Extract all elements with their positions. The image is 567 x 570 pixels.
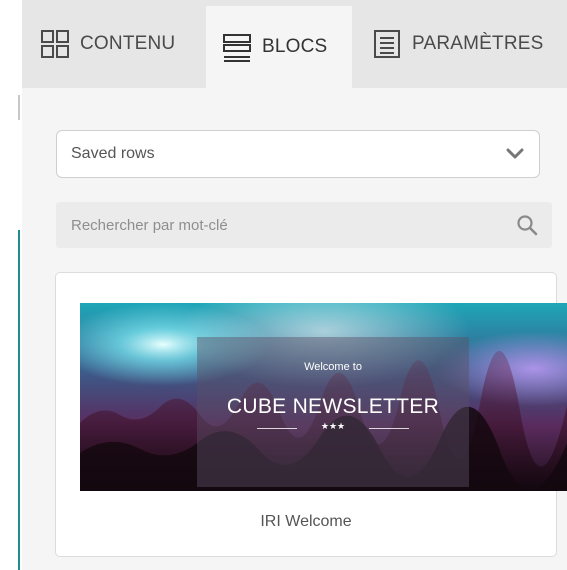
tab-contenu[interactable]: CONTENU <box>40 0 175 88</box>
search-bar <box>56 202 552 248</box>
saved-row-name: IRI Welcome <box>260 513 352 530</box>
banner-rule-left <box>257 428 297 429</box>
banner-stars: ★★★ <box>320 421 346 431</box>
saved-row-thumbnail[interactable]: Welcome to CUBE NEWSLETTER ★★★ <box>80 303 567 491</box>
saved-rows-select-value: Saved rows <box>71 145 155 162</box>
grid-icon <box>40 29 70 59</box>
banner-welcome-text: Welcome to <box>304 361 362 373</box>
banner-rule-right <box>369 428 409 429</box>
canvas-edge-accent <box>18 230 20 570</box>
tab-contenu-label: CONTENU <box>80 33 176 54</box>
saved-row-card[interactable]: Welcome to CUBE NEWSLETTER ★★★ IRI Welco… <box>55 272 567 557</box>
tab-blocs[interactable]: BLOCS <box>206 6 352 88</box>
tab-blocs-label: BLOCS <box>262 36 328 57</box>
edge-divider <box>18 95 20 120</box>
document-lines-icon <box>372 29 402 59</box>
search-input[interactable] <box>71 216 491 234</box>
tab-parametres[interactable]: PARAMÈTRES <box>372 0 544 88</box>
saved-rows-select[interactable]: Saved rows <box>56 130 540 178</box>
chevron-down-icon <box>505 147 525 161</box>
tab-bar: CONTENU BLOCS PARAMÈTRES <box>22 0 567 88</box>
banner-title-text: CUBE NEWSLETTER <box>226 395 440 418</box>
tab-parametres-label: PARAMÈTRES <box>412 33 544 54</box>
search-icon[interactable] <box>516 214 538 236</box>
side-panel: CONTENU BLOCS PARAMÈTRES Saved rows Rech… <box>22 0 567 570</box>
rows-icon <box>222 32 252 62</box>
